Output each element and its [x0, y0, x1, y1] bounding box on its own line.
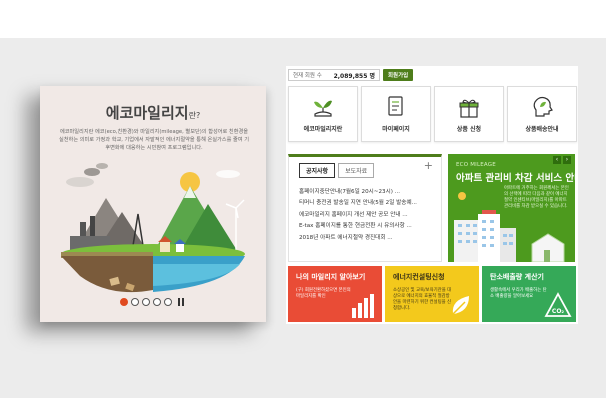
- quick-item-label: 상품 신청: [456, 126, 482, 133]
- hero-title: 에코마일리지란?: [40, 102, 266, 123]
- hero-title-suffix: 란?: [188, 111, 201, 120]
- eco-island-illustration: [61, 163, 245, 293]
- member-counter: 현재 회원 수 2,089,855 명 회원가입: [288, 69, 414, 81]
- tab-press[interactable]: 보도자료: [338, 163, 375, 178]
- list-item[interactable]: 2018년 아파트 에너지절약 경진대회 ...: [299, 233, 417, 244]
- service-tiles: 나의 마일리지 알아보기 (구) 회원전환하셨으면 본인의 마일리지를 확인 에…: [288, 266, 576, 322]
- quick-item-eco-mileage[interactable]: 에코마일리지란: [288, 86, 358, 142]
- pause-icon[interactable]: [178, 298, 184, 306]
- tile-energy-consulting[interactable]: 에너지컨설팅신청 소상공인 및 교육/보육기관을 대상으로 에너지의 효율적 절…: [385, 266, 479, 322]
- head-leaf-icon: [533, 96, 553, 117]
- hero-title-main: 에코마일리지: [105, 104, 189, 122]
- banner-next-button[interactable]: ›: [563, 156, 571, 164]
- notice-board: 공지사항 보도자료 + 홈페이지중단안내(7월6일 20시~23시) ... 티…: [288, 154, 442, 262]
- slide-dot-4[interactable]: [153, 298, 161, 306]
- member-count-value: 2,089,855 명: [333, 72, 375, 80]
- list-item[interactable]: E-tax 홈페이지를 통한 현금전환 시 유의사항 ...: [299, 221, 417, 232]
- join-button[interactable]: 회원가입: [383, 69, 414, 81]
- document-icon: [388, 96, 403, 116]
- quick-item-mypage[interactable]: 마이페이지: [361, 86, 431, 142]
- plant-hand-icon: [314, 100, 332, 117]
- tile-carbon-calculator[interactable]: 탄소배출량 계산기 생활속에서 우리가 배출하는 탄소 배출량을 알아보세요 C…: [482, 266, 576, 322]
- tile-description: 생활속에서 우리가 배출하는 탄소 배출량을 알아보세요: [490, 288, 547, 299]
- tile-description: (구) 회원전환하셨으면 본인의 마일리지를 확인: [296, 288, 351, 299]
- more-plus-icon[interactable]: +: [424, 159, 433, 172]
- bar-chart-icon: [352, 294, 374, 318]
- co2-icon: CO₂: [544, 292, 572, 317]
- leaf-plug-icon: [452, 296, 469, 315]
- tile-my-mileage[interactable]: 나의 마일리지 알아보기 (구) 회원전환하셨으면 본인의 마일리지를 확인: [288, 266, 382, 322]
- quick-item-delivery-info[interactable]: 상품배송안내: [507, 86, 577, 142]
- slide-dot-2[interactable]: [131, 298, 139, 306]
- bottom-bar: [0, 398, 606, 406]
- tile-title: 탄소배출량 계산기: [490, 273, 544, 281]
- hero-description: 에코마일리지란 에코(eco,친환경)와 마일리지(mileage, 별보단)의…: [59, 129, 249, 151]
- member-count-box: 현재 회원 수 2,089,855 명: [288, 69, 380, 81]
- quick-item-label: 마이페이지: [382, 126, 410, 133]
- banner-title: 아파트 관리비 차감 서비스 안내: [456, 173, 575, 184]
- quick-item-label: 에코마일리지란: [303, 126, 343, 133]
- member-count-label: 현재 회원 수: [293, 73, 322, 79]
- gift-icon: [459, 99, 479, 118]
- hero-slider[interactable]: 에코마일리지란? 에코마일리지란 에코(eco,친환경)와 마일리지(milea…: [40, 86, 266, 322]
- list-item[interactable]: 에코마일리지 홈페이지 개선 제안 공모 안내 ...: [299, 210, 417, 221]
- list-item[interactable]: 티머니 충전권 발송일 지연 안내(5월 2일 발송예...: [299, 198, 417, 209]
- notice-tabs: 공지사항 보도자료: [299, 163, 375, 178]
- quick-item-label: 상품배송안내: [525, 126, 559, 133]
- quick-menu: 에코마일리지란 마이페이지 상품 신청 상품배송안내: [288, 86, 577, 142]
- tile-title: 나의 마일리지 알아보기: [296, 273, 366, 281]
- notice-list: 홈페이지중단안내(7월6일 20시~23시) ... 티머니 충전권 발송일 지…: [299, 187, 417, 244]
- main-panel: 현재 회원 수 2,089,855 명 회원가입 에코마일리지란 마이페이지 상…: [286, 66, 578, 324]
- banner-description: 아파트에 거주하는 회원께서는 본인의 선택에 따라 다음과 같이 에너지 절약…: [504, 186, 569, 209]
- list-item[interactable]: 홈페이지중단안내(7월6일 20시~23시) ...: [299, 187, 417, 198]
- top-bar: [0, 0, 606, 38]
- banner-arrows: ‹ ›: [553, 156, 571, 164]
- tile-description: 소상공인 및 교육/보육기관을 대상으로 에너지의 효율적 절감방안을 마련하기…: [393, 288, 452, 311]
- slide-dot-5[interactable]: [164, 298, 172, 306]
- eco-banner[interactable]: ‹ › ECO MILEAGE 아파트 관리비 차감 서비스 안내 아파트에 거…: [448, 154, 575, 262]
- slide-dot-3[interactable]: [142, 298, 150, 306]
- banner-prev-button[interactable]: ‹: [553, 156, 561, 164]
- quick-item-product-apply[interactable]: 상품 신청: [434, 86, 504, 142]
- page-frame: 에코마일리지란? 에코마일리지란 에코(eco,친환경)와 마일리지(milea…: [0, 0, 606, 406]
- tile-title: 에너지컨설팅신청: [393, 273, 445, 281]
- banner-eyebrow: ECO MILEAGE: [456, 162, 496, 168]
- tab-notice[interactable]: 공지사항: [299, 163, 336, 178]
- slide-dot-1[interactable]: [120, 298, 128, 306]
- co2-badge-label: CO₂: [552, 308, 565, 315]
- slider-pagination: [120, 298, 184, 306]
